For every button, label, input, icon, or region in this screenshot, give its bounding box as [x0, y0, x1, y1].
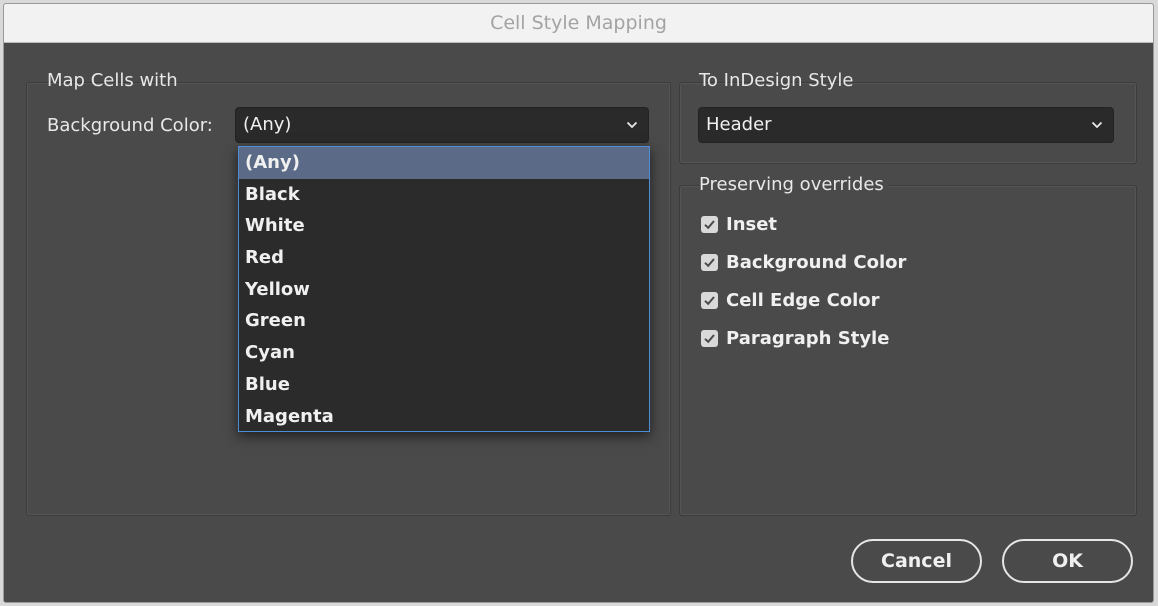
inset-label: Inset — [726, 214, 778, 235]
cell-edge-color-checkbox[interactable]: Cell Edge Color — [701, 290, 880, 311]
background-color-select[interactable]: (Any) — [235, 107, 649, 143]
background-color-dropdown-list[interactable]: (Any) Black White Red Yellow Green Cyan Blue Mag… — [238, 146, 650, 432]
checkmark-icon — [701, 330, 718, 347]
checkmark-icon — [701, 254, 718, 271]
dropdown-option[interactable]: White — [239, 210, 649, 242]
background-color-checkbox[interactable]: Background Color — [701, 252, 906, 273]
indesign-style-select[interactable]: Header — [698, 107, 1114, 143]
dropdown-option[interactable]: Red — [239, 242, 649, 274]
to-indesign-style-label: To InDesign Style — [699, 70, 854, 91]
background-color-label: Background Color: — [47, 115, 213, 136]
dialog-title: Cell Style Mapping — [490, 12, 667, 34]
inset-checkbox[interactable]: Inset — [701, 214, 777, 235]
dropdown-option[interactable]: Blue — [239, 369, 649, 401]
title-bar[interactable]: Cell Style Mapping — [4, 4, 1153, 43]
dropdown-option[interactable]: Yellow — [239, 274, 649, 306]
cancel-button-label: Cancel — [881, 550, 952, 572]
ok-button[interactable]: OK — [1002, 539, 1133, 583]
cell-edge-color-label: Cell Edge Color — [726, 290, 880, 311]
cancel-button[interactable]: Cancel — [851, 539, 982, 583]
indesign-style-value: Header — [706, 114, 772, 135]
checkmark-icon — [701, 216, 718, 233]
dropdown-option[interactable]: Cyan — [239, 337, 649, 369]
map-cells-label: Map Cells with — [47, 70, 178, 91]
dropdown-option[interactable]: (Any) — [239, 147, 649, 179]
dropdown-option[interactable]: Magenta — [239, 401, 649, 433]
dialog-window: Cell Style Mapping Map Cells with Backgr… — [3, 3, 1154, 603]
background-color-value: (Any) — [243, 114, 292, 135]
dropdown-option[interactable]: Green — [239, 305, 649, 337]
background-color-override-label: Background Color — [726, 252, 907, 273]
paragraph-style-label: Paragraph Style — [726, 328, 890, 349]
chevron-down-icon — [1091, 108, 1103, 154]
checkmark-icon — [701, 292, 718, 309]
paragraph-style-checkbox[interactable]: Paragraph Style — [701, 328, 889, 349]
preserving-overrides-label: Preserving overrides — [699, 174, 888, 195]
dropdown-option[interactable]: Black — [239, 179, 649, 211]
ok-button-label: OK — [1052, 550, 1083, 572]
